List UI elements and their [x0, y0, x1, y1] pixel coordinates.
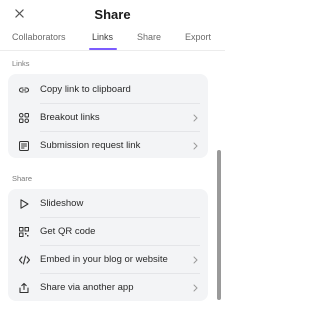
share-via-app-label: Share via another app: [40, 282, 134, 293]
breakout-grid-icon: [17, 111, 31, 125]
slideshow-label: Slideshow: [40, 198, 84, 209]
tab-bar: Collaborators Links Share Export: [0, 28, 225, 51]
links-section-label: Links: [12, 59, 30, 68]
get-qr-code-label: Get QR code: [40, 226, 96, 237]
share-upload-icon: [17, 281, 31, 295]
link-icon: [17, 83, 31, 97]
share-card: Slideshow Get QR code Embed in your blog…: [8, 189, 208, 301]
tab-links[interactable]: Links: [92, 32, 113, 42]
share-dialog-header: Share: [0, 0, 225, 28]
submission-request-link-item[interactable]: Submission request link: [8, 132, 208, 159]
embed-label: Embed in your blog or website: [40, 254, 168, 265]
share-via-app-item[interactable]: Share via another app: [8, 274, 208, 301]
copy-link-item[interactable]: Copy link to clipboard: [8, 76, 208, 103]
get-qr-code-item[interactable]: Get QR code: [8, 218, 208, 245]
breakout-links-label: Breakout links: [40, 112, 100, 123]
breakout-links-item[interactable]: Breakout links: [8, 104, 208, 131]
page-title: Share: [94, 7, 131, 22]
tab-share[interactable]: Share: [137, 32, 161, 42]
chevron-right-icon: [191, 113, 199, 123]
active-tab-indicator: [89, 48, 117, 50]
chevron-right-icon: [191, 141, 199, 151]
tab-export[interactable]: Export: [185, 32, 211, 42]
links-card: Copy link to clipboard Breakout links Su…: [8, 74, 208, 158]
code-icon: [17, 253, 31, 267]
vertical-scrollbar[interactable]: [217, 150, 221, 300]
submission-form-icon: [17, 139, 31, 153]
slideshow-item[interactable]: Slideshow: [8, 190, 208, 217]
copy-link-label: Copy link to clipboard: [40, 84, 131, 95]
chevron-right-icon: [191, 255, 199, 265]
chevron-right-icon: [191, 283, 199, 293]
submission-request-label: Submission request link: [40, 140, 141, 151]
play-icon: [17, 197, 31, 211]
embed-item[interactable]: Embed in your blog or website: [8, 246, 208, 273]
qr-code-icon: [17, 225, 31, 239]
tab-collaborators[interactable]: Collaborators: [12, 32, 66, 42]
share-section-label: Share: [12, 174, 33, 183]
